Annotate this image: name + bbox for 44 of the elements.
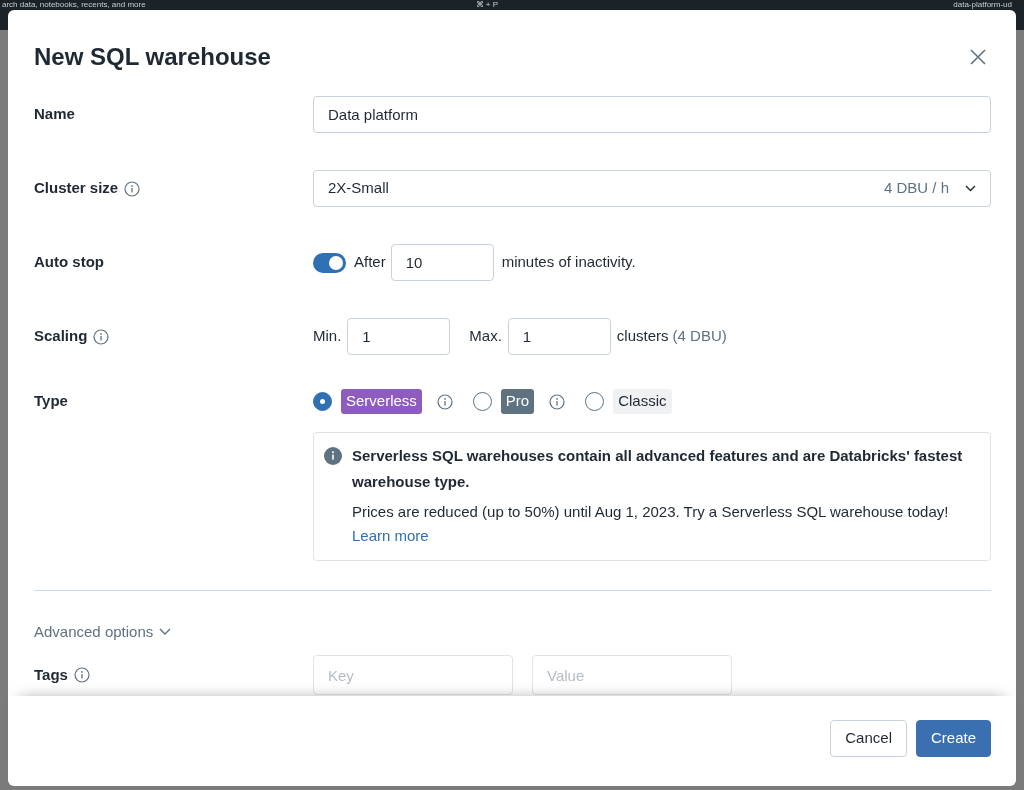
info-icon	[324, 447, 342, 465]
notice-title: Serverless SQL warehouses contain all advanced features and are Databricks' fastest warehouse type.	[352, 446, 964, 492]
field-text: After	[354, 252, 386, 273]
field-text: minutes of inactivity.	[501, 252, 636, 273]
tag-key-input[interactable]: Key	[313, 655, 513, 695]
info-icon[interactable]	[124, 180, 141, 197]
field-label: Type	[34, 391, 68, 412]
field-label: Auto stop	[34, 252, 104, 273]
field-label: Tags	[34, 664, 68, 685]
info-icon[interactable]	[73, 667, 90, 683]
radio-button[interactable]	[585, 392, 605, 411]
tag-value-input[interactable]: Value	[532, 655, 732, 695]
toggle-switch[interactable]	[313, 252, 346, 273]
minutes-input[interactable]: 10	[390, 244, 494, 281]
field-label: Scaling	[34, 326, 88, 347]
workspace-name: data-platform-ud	[953, 0, 1012, 9]
chevron-down-icon	[965, 185, 976, 192]
info-icon[interactable]	[549, 393, 566, 410]
cancel-button[interactable]: Cancel	[830, 719, 907, 757]
field-text: Min.	[313, 326, 342, 347]
min-input[interactable]: 1	[347, 318, 451, 355]
cost-text: (4 DBU)	[672, 326, 727, 347]
field-label: Cluster size	[34, 178, 119, 199]
radio-button[interactable]	[472, 392, 492, 411]
type-tag: Classic	[613, 389, 672, 414]
create-button[interactable]: Create	[915, 719, 991, 757]
search-hint: arch data, notebooks, recents, and more	[2, 0, 146, 9]
type-tag: Serverless	[341, 389, 422, 414]
radio-button[interactable]	[313, 392, 332, 411]
name-input[interactable]: Data platform	[313, 96, 991, 133]
chevron-down-icon	[159, 628, 172, 636]
info-icon[interactable]	[436, 393, 453, 410]
cluster-size-dropdown[interactable]: 2X-Small 4 DBU / h	[313, 170, 991, 207]
notice-text: Prices are reduced (up to 50%) until Aug 1, 2023. Try a Serverless SQL warehouse today!	[352, 502, 950, 522]
max-input[interactable]: 1	[507, 318, 611, 355]
field-text: Max.	[469, 326, 502, 347]
field-text: clusters	[616, 326, 669, 347]
learn-more-link[interactable]: Learn more	[352, 527, 429, 544]
info-icon[interactable]	[93, 328, 110, 345]
shortcut-text: ⌘ + P	[475, 0, 499, 9]
advanced-options-toggle[interactable]: Advanced options	[34, 620, 172, 643]
type-tag: Pro	[500, 389, 535, 414]
dialog-title: New SQL warehouse	[34, 42, 271, 72]
field-label: Name	[34, 104, 75, 125]
